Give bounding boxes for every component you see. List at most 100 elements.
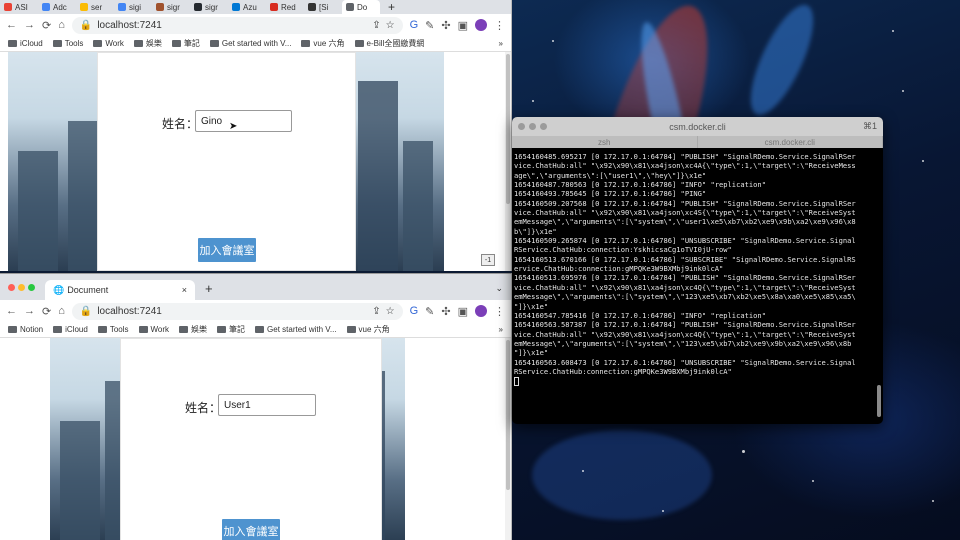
terminal-tab-zsh[interactable]: zsh bbox=[512, 136, 698, 148]
translate-icon[interactable]: G bbox=[410, 19, 419, 31]
share-icon[interactable]: ⇪ bbox=[372, 20, 380, 31]
tab-label: Azu bbox=[243, 2, 257, 12]
bookmark-item[interactable]: 娛樂 bbox=[133, 38, 162, 49]
corner-badge[interactable]: -1 bbox=[481, 254, 495, 266]
name-input[interactable]: User1 bbox=[218, 394, 316, 416]
maximize-window-dot[interactable] bbox=[28, 284, 35, 291]
translate-icon[interactable]: G bbox=[410, 305, 419, 317]
browser-tab[interactable]: [Si bbox=[304, 0, 342, 14]
puzzle-icon[interactable]: ✣ bbox=[441, 305, 450, 318]
back-icon[interactable]: ← bbox=[6, 305, 17, 317]
terminal-line: age\",\"arguments\":[\"user1\",\"hey\"]}… bbox=[514, 170, 707, 180]
bookmark-item[interactable]: Work bbox=[93, 39, 124, 48]
bookmark-item[interactable]: Work bbox=[138, 325, 170, 334]
scrollbar[interactable] bbox=[505, 338, 511, 540]
avatar[interactable] bbox=[475, 305, 487, 317]
terminal-line: 1654160547.785416 [0 172.17.0.1:64786] "… bbox=[514, 310, 766, 320]
bookmark-item[interactable]: iCloud bbox=[8, 39, 43, 48]
terminal-line: RService.ChatHub:connection:YskhicsaCg1o… bbox=[514, 245, 732, 255]
browser-tab[interactable]: Azu bbox=[228, 0, 266, 14]
bookmark-label: Work bbox=[150, 325, 170, 334]
puzzle-icon[interactable]: ✣ bbox=[441, 19, 450, 32]
browser-tab[interactable]: sigi bbox=[114, 0, 152, 14]
forward-icon[interactable]: → bbox=[24, 305, 35, 317]
star-icon[interactable]: ☆ bbox=[386, 306, 395, 317]
bookmark-item[interactable]: Notion bbox=[8, 325, 43, 334]
join-room-button[interactable]: 加入會議室 bbox=[222, 519, 280, 540]
bookmark-item[interactable]: e-Bill全國繳費網 bbox=[354, 38, 424, 49]
bookmark-item[interactable]: vue 六角 bbox=[301, 38, 345, 49]
home-icon[interactable]: ⌂ bbox=[58, 305, 65, 317]
bookmark-item[interactable]: iCloud bbox=[53, 325, 88, 334]
new-tab-button[interactable]: + bbox=[388, 0, 395, 14]
scrollbar-thumb[interactable] bbox=[506, 54, 510, 204]
folder-icon bbox=[8, 40, 17, 47]
scrollbar[interactable] bbox=[505, 52, 511, 271]
favicon-icon bbox=[308, 3, 316, 11]
close-window-dot[interactable] bbox=[8, 284, 15, 291]
reload-icon[interactable]: ⟳ bbox=[42, 305, 51, 318]
bookmark-label: vue 六角 bbox=[358, 325, 390, 334]
reload-icon[interactable]: ⟳ bbox=[42, 19, 51, 32]
terminal-line: vice.ChatHub:all" "\x92\x90\x81\xa4json\… bbox=[514, 161, 856, 171]
terminal-output[interactable]: 1654160485.695217 [0 172.17.0.1:64784] "… bbox=[514, 152, 874, 386]
forward-icon[interactable]: → bbox=[24, 19, 35, 31]
extension-icon[interactable]: ✎ bbox=[425, 305, 434, 318]
terminal-scrollbar-thumb[interactable] bbox=[877, 385, 881, 417]
name-input[interactable]: Gino bbox=[195, 110, 292, 132]
menu-icon[interactable]: ⋮ bbox=[494, 19, 505, 32]
new-tab-button[interactable]: + bbox=[205, 281, 213, 296]
bookmark-item[interactable]: 筆記 bbox=[217, 324, 245, 335]
folder-icon bbox=[217, 326, 227, 333]
browser-tab[interactable]: sigr bbox=[152, 0, 190, 14]
minimize-window-dot[interactable] bbox=[18, 284, 25, 291]
browser-tab[interactable]: ASI bbox=[0, 0, 38, 14]
address-bar[interactable]: 🔒 localhost:7241 ⇪ ☆ bbox=[71, 302, 403, 320]
name-label: 姓名： bbox=[162, 117, 199, 131]
favicon-icon bbox=[80, 3, 88, 11]
menu-icon[interactable]: ⋮ bbox=[494, 305, 505, 318]
tab-search-icon[interactable]: ⌄ bbox=[495, 283, 503, 294]
minimize-window-dot[interactable] bbox=[529, 123, 536, 130]
browser-tab[interactable]: Red bbox=[266, 0, 304, 14]
bookmark-label: iCloud bbox=[65, 325, 88, 334]
maximize-window-dot[interactable] bbox=[540, 123, 547, 130]
browser-tab[interactable]: Adc bbox=[38, 0, 76, 14]
extension-icon[interactable]: ✎ bbox=[425, 19, 434, 32]
back-icon[interactable]: ← bbox=[6, 19, 17, 31]
home-icon[interactable]: ⌂ bbox=[58, 19, 65, 31]
bookmark-item[interactable]: 娛樂 bbox=[179, 324, 207, 335]
star-icon[interactable]: ☆ bbox=[386, 20, 395, 31]
avatar[interactable] bbox=[475, 19, 487, 31]
address-bar[interactable]: 🔒 localhost:7241 ⇪ ☆ bbox=[71, 16, 403, 34]
sidepanel-icon[interactable]: ▣ bbox=[458, 305, 468, 318]
sidepanel-icon[interactable]: ▣ bbox=[458, 19, 468, 32]
terminal-tab-docker[interactable]: csm.docker.cli bbox=[698, 136, 883, 148]
tab-document[interactable]: 🌐 Document × bbox=[45, 280, 195, 300]
bookmark-item[interactable]: Get started with V... bbox=[209, 39, 291, 48]
bookmark-item[interactable]: 筆記 bbox=[171, 38, 200, 49]
folder-icon bbox=[209, 40, 219, 47]
bookmark-label: 筆記 bbox=[229, 325, 246, 334]
terminal-titlebar: csm.docker.cli ⌘1 bbox=[512, 117, 883, 136]
bookmarks-overflow-icon[interactable]: » bbox=[499, 39, 503, 48]
bookmark-item[interactable]: vue 六角 bbox=[346, 324, 390, 335]
terminal-line: ervice.ChatHub:connection:gMPQKe3W9BXMbj… bbox=[514, 264, 724, 274]
scrollbar-thumb[interactable] bbox=[506, 340, 510, 490]
bookmark-item[interactable]: Tools bbox=[52, 39, 83, 48]
page-content: 姓名： User1 加入會議室 bbox=[0, 338, 511, 540]
bookmark-item[interactable]: Tools bbox=[97, 325, 129, 334]
folder-icon bbox=[171, 40, 181, 47]
browser-tab[interactable]: Do bbox=[342, 0, 380, 14]
join-room-button[interactable]: 加入會議室 bbox=[198, 238, 256, 262]
terminal-line: "]}\x1e" bbox=[514, 348, 549, 358]
page-content: 姓名： Gino ➤ 加入會議室 -1 bbox=[0, 52, 511, 271]
terminal-line: vice.ChatHub:all" "\x92\x90\x81\xa4json\… bbox=[514, 329, 856, 339]
share-icon[interactable]: ⇪ bbox=[372, 306, 380, 317]
bookmark-item[interactable]: Get started with V... bbox=[255, 325, 337, 334]
browser-tab[interactable]: sigr bbox=[190, 0, 228, 14]
close-window-dot[interactable] bbox=[518, 123, 525, 130]
tab-close-icon[interactable]: × bbox=[182, 285, 187, 295]
browser-tab[interactable]: ser bbox=[76, 0, 114, 14]
bookmarks-overflow-icon[interactable]: » bbox=[499, 325, 503, 334]
